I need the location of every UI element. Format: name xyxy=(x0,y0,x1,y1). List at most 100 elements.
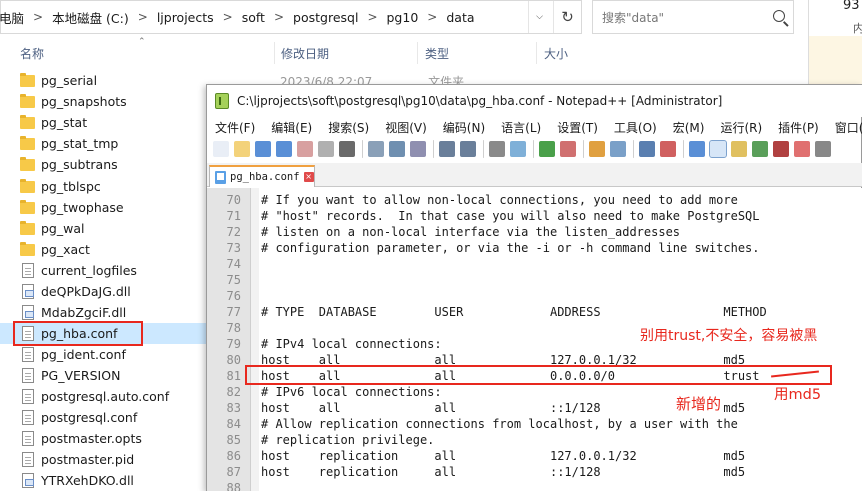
column-header-name[interactable]: 名称 xyxy=(20,37,44,69)
wrap-toggle-icon[interactable] xyxy=(709,140,727,158)
code-line[interactable]: 74 xyxy=(207,256,862,272)
show-all-characters-icon[interactable] xyxy=(660,141,676,157)
breadcrumb-item[interactable]: 本地磁盘 (C:) xyxy=(52,8,129,27)
print-icon[interactable] xyxy=(339,141,355,157)
cut-icon[interactable] xyxy=(368,141,384,157)
code-line[interactable]: 75 xyxy=(207,272,862,288)
undo-icon[interactable] xyxy=(439,141,455,157)
file-item-pg-stat[interactable]: pg_stat xyxy=(0,112,208,133)
menu-item[interactable]: 宏(M) xyxy=(665,119,713,136)
zoom-in-icon[interactable] xyxy=(539,141,555,157)
menu-item[interactable]: 文件(F) xyxy=(207,119,263,136)
view-icon[interactable] xyxy=(815,141,831,157)
file-item-pg-twophase[interactable]: pg_twophase xyxy=(0,197,208,218)
sync-scroll-vertical-icon[interactable] xyxy=(589,141,605,157)
file-item-postgresql-conf[interactable]: postgresql.conf xyxy=(0,407,208,428)
code-line[interactable]: 83 host all all ::1/128 md5 xyxy=(207,400,862,416)
file-item-pg-subtrans[interactable]: pg_subtrans xyxy=(0,154,208,175)
breadcrumb-separator-icon[interactable]: > xyxy=(427,10,437,24)
title-bar[interactable]: C:\ljprojects\soft\postgresql\pg10\data\… xyxy=(207,85,862,117)
breadcrumb-item[interactable]: data xyxy=(446,10,474,25)
file-item-postgresql-auto-conf[interactable]: postgresql.auto.conf xyxy=(0,386,208,407)
file-item-pg-serial[interactable]: pg_serial xyxy=(0,70,208,91)
file-item-postmaster-pid[interactable]: postmaster.pid xyxy=(0,449,208,470)
column-header-modified[interactable]: 修改日期 xyxy=(281,37,329,69)
paste-icon[interactable] xyxy=(410,141,426,157)
menu-item[interactable]: 窗口(W) xyxy=(827,119,862,136)
open-file-icon[interactable] xyxy=(234,141,250,157)
file-item-pg-wal[interactable]: pg_wal xyxy=(0,218,208,239)
code-line[interactable]: 70 # If you want to allow non-local conne… xyxy=(207,192,862,208)
code-line[interactable]: 88 xyxy=(207,480,862,491)
code-line[interactable]: 84 # Allow replication connections from l… xyxy=(207,416,862,432)
file-item-ytrxehdko-dll[interactable]: YTRXehDKO.dll xyxy=(0,470,208,491)
breadcrumb-separator-icon[interactable]: > xyxy=(367,10,377,24)
sync-scroll-horizontal-icon[interactable] xyxy=(610,141,626,157)
file-item-pg-tblspc[interactable]: pg_tblspc xyxy=(0,176,208,197)
code-line[interactable]: 77 # TYPE DATABASE USER ADDRESS METHOD xyxy=(207,304,862,320)
find-icon[interactable] xyxy=(489,141,505,157)
menu-item[interactable]: 设置(T) xyxy=(549,119,606,136)
close-all-icon[interactable] xyxy=(318,141,334,157)
search-input[interactable]: 搜索"data" xyxy=(592,0,794,34)
code-line[interactable]: 87 host replication all ::1/128 md5 xyxy=(207,464,862,480)
file-item-pg-stat-tmp[interactable]: pg_stat_tmp xyxy=(0,133,208,154)
file-item-mdabzgcif-dll[interactable]: MdabZgciF.dll xyxy=(0,302,208,323)
menu-item[interactable]: 运行(R) xyxy=(712,119,770,136)
menu-item[interactable]: 视图(V) xyxy=(377,119,435,136)
breadcrumb-item[interactable]: ljprojects xyxy=(157,10,214,25)
indent-guide-icon[interactable] xyxy=(689,141,705,157)
file-item-postmaster-opts[interactable]: postmaster.opts xyxy=(0,428,208,449)
redo-icon[interactable] xyxy=(460,141,476,157)
file-item-pg-snapshots[interactable]: pg_snapshots xyxy=(0,91,208,112)
monitoring-icon[interactable] xyxy=(794,141,810,157)
column-header-size[interactable]: 大小 xyxy=(544,37,568,69)
breadcrumb-item[interactable]: pg10 xyxy=(387,10,419,25)
folder-as-workspace-icon[interactable] xyxy=(752,141,768,157)
address-bar[interactable]: 电脑 > 本地磁盘 (C:) > ljprojects > soft > postgresql >… xyxy=(0,0,582,34)
file-item-pg-ident-conf[interactable]: pg_ident.conf xyxy=(0,344,208,365)
column-divider[interactable] xyxy=(417,42,418,64)
column-divider[interactable] xyxy=(274,42,275,64)
document-map-icon[interactable] xyxy=(773,141,789,157)
menu-item[interactable]: 编辑(E) xyxy=(263,119,320,136)
replace-icon[interactable] xyxy=(510,141,526,157)
code-line[interactable]: 76 xyxy=(207,288,862,304)
file-item-pg-xact[interactable]: pg_xact xyxy=(0,239,208,260)
copy-icon[interactable] xyxy=(389,141,405,157)
save-all-icon[interactable] xyxy=(276,141,292,157)
new-file-icon[interactable] xyxy=(213,141,229,157)
search-icon[interactable] xyxy=(773,10,785,22)
close-icon[interactable]: × xyxy=(303,172,314,182)
code-line[interactable]: 82 # IPv6 local connections: xyxy=(207,384,862,400)
menu-item[interactable]: 搜索(S) xyxy=(320,119,377,136)
file-item-deqpkdajg-dll[interactable]: deQPkDaJG.dll xyxy=(0,281,208,302)
word-wrap-icon[interactable] xyxy=(639,141,655,157)
code-line[interactable]: 86 host replication all 127.0.0.1/32 md5 xyxy=(207,448,862,464)
code-line[interactable]: 71 # "host" records. In that case you wil… xyxy=(207,208,862,224)
code-line[interactable]: 72 # listen on a non-local interface via … xyxy=(207,224,862,240)
menu-item[interactable]: 语言(L) xyxy=(493,119,549,136)
file-item-current-logfiles[interactable]: current_logfiles xyxy=(0,260,208,281)
menu-item[interactable]: 插件(P) xyxy=(770,119,827,136)
breadcrumb-separator-icon[interactable]: > xyxy=(33,10,43,24)
function-list-icon[interactable] xyxy=(731,141,747,157)
breadcrumb-separator-icon[interactable]: > xyxy=(138,10,148,24)
close-file-icon[interactable] xyxy=(297,141,313,157)
breadcrumb-item[interactable]: 电脑 xyxy=(0,8,24,27)
tab-pg-hba-conf[interactable]: pg_hba.conf × xyxy=(209,165,315,187)
code-line[interactable]: 85 # replication privilege. xyxy=(207,432,862,448)
address-dropdown-icon[interactable]: ⌵ xyxy=(528,1,550,33)
zoom-out-icon[interactable] xyxy=(560,141,576,157)
code-line[interactable]: 73 # configuration parameter, or via the … xyxy=(207,240,862,256)
breadcrumb-item[interactable]: soft xyxy=(242,10,265,25)
column-divider[interactable] xyxy=(536,42,537,64)
save-icon[interactable] xyxy=(255,141,271,157)
menu-item[interactable]: 工具(O) xyxy=(606,119,665,136)
breadcrumb-separator-icon[interactable]: > xyxy=(274,10,284,24)
file-item-pg-version[interactable]: PG_VERSION xyxy=(0,365,208,386)
menu-item[interactable]: 编码(N) xyxy=(435,119,493,136)
breadcrumb-item[interactable]: postgresql xyxy=(293,10,358,25)
refresh-icon[interactable]: ↻ xyxy=(553,1,581,33)
breadcrumb-separator-icon[interactable]: > xyxy=(223,10,233,24)
